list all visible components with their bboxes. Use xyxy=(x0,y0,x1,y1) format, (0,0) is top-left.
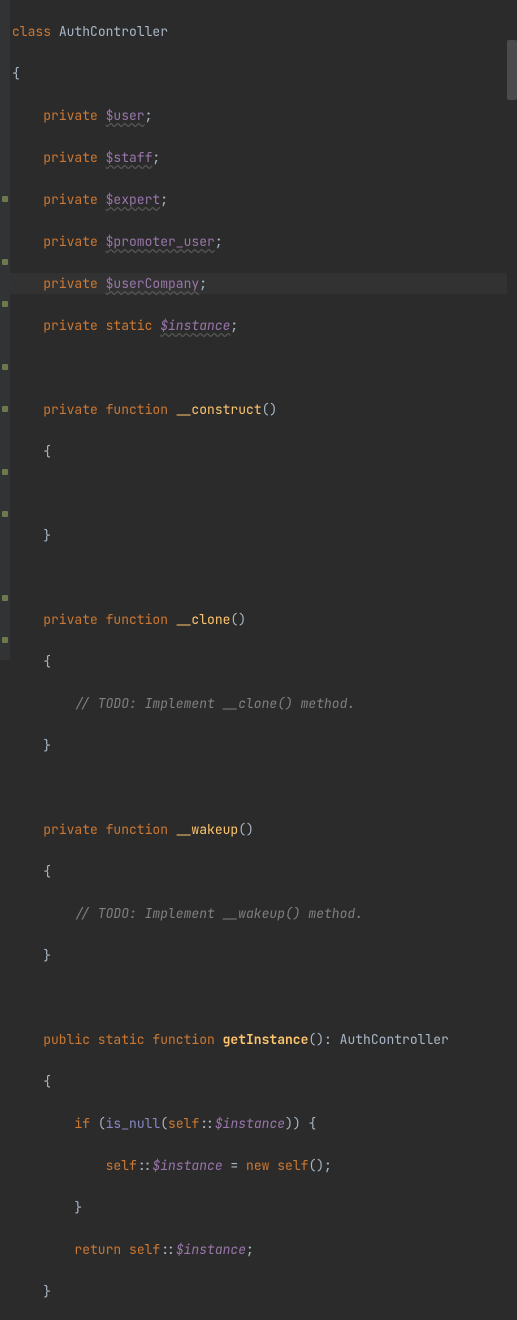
semicolon: ; xyxy=(160,191,168,208)
property-user-company: $userCompany xyxy=(106,275,200,292)
fn-construct: __construct xyxy=(176,401,262,418)
modifier: private function xyxy=(12,611,176,628)
modifier: public static function xyxy=(12,1031,223,1048)
fn-wakeup: __wakeup xyxy=(176,821,238,838)
instance-ref: $instance xyxy=(215,1115,285,1132)
todo-comment: // TODO: Implement __wakeup() method. xyxy=(12,905,363,922)
scrollbar-thumb[interactable] xyxy=(507,40,517,100)
paren: ( xyxy=(160,1115,168,1132)
keyword-class: class xyxy=(12,23,59,40)
brace-close: } xyxy=(12,527,51,544)
brace-close: } xyxy=(12,1283,51,1300)
brace-open: { xyxy=(12,1073,51,1090)
scope: :: xyxy=(160,1241,176,1258)
modifier: private function xyxy=(12,401,176,418)
semicolon: ; xyxy=(230,317,238,334)
brace-open: { xyxy=(12,653,51,670)
brace-close: } xyxy=(12,1199,82,1216)
brace-close: } xyxy=(12,947,51,964)
instance-ref: $instance xyxy=(176,1241,246,1258)
paren-brace: )) { xyxy=(285,1115,316,1132)
parens: () xyxy=(262,401,278,418)
parens-semi: (); xyxy=(308,1157,331,1174)
property-user: $user xyxy=(106,107,145,124)
property-expert: $expert xyxy=(106,191,161,208)
fn-is-null: is_null xyxy=(106,1115,161,1132)
brace-open: { xyxy=(12,863,51,880)
gutter-mark xyxy=(2,301,8,307)
gutter-mark xyxy=(2,364,8,370)
semicolon: ; xyxy=(152,149,160,166)
gutter-mark xyxy=(2,259,8,265)
modifier: private xyxy=(12,233,106,250)
parens: () xyxy=(308,1031,324,1048)
keyword-return: return xyxy=(12,1241,129,1258)
vertical-scrollbar[interactable] xyxy=(507,0,517,660)
property-instance: $instance xyxy=(160,317,230,334)
property-staff: $staff xyxy=(106,149,153,166)
editor-gutter xyxy=(0,0,10,660)
gutter-mark xyxy=(2,469,8,475)
paren: ( xyxy=(98,1115,106,1132)
return-type: AuthController xyxy=(340,1031,449,1048)
parens: () xyxy=(238,821,254,838)
keyword-self: self xyxy=(168,1115,199,1132)
class-name: AuthController xyxy=(59,23,168,40)
assign: = xyxy=(223,1157,246,1174)
gutter-mark xyxy=(2,406,8,412)
instance-ref: $instance xyxy=(152,1157,222,1174)
keyword-self: self xyxy=(277,1157,308,1174)
brace-open: { xyxy=(12,65,20,82)
code-editor[interactable]: class AuthController { private $user; pr… xyxy=(10,0,507,1320)
modifier: private xyxy=(12,107,106,124)
keyword-self: self xyxy=(129,1241,160,1258)
gutter-mark xyxy=(2,637,8,643)
gutter-mark xyxy=(2,595,8,601)
modifier: private xyxy=(12,149,106,166)
modifier: private function xyxy=(12,821,176,838)
parens: () xyxy=(230,611,246,628)
gutter-mark xyxy=(2,196,8,202)
modifier: private xyxy=(12,191,106,208)
semicolon: ; xyxy=(199,275,207,292)
keyword-new: new xyxy=(246,1157,277,1174)
scope: :: xyxy=(199,1115,215,1132)
fn-clone: __clone xyxy=(176,611,231,628)
colon: : xyxy=(324,1031,340,1048)
brace-open: { xyxy=(12,443,51,460)
fn-get-instance: getInstance xyxy=(223,1031,309,1048)
semicolon: ; xyxy=(145,107,153,124)
semicolon: ; xyxy=(246,1241,254,1258)
brace-close: } xyxy=(12,737,51,754)
todo-comment: // TODO: Implement __clone() method. xyxy=(12,695,355,712)
indent xyxy=(12,1157,106,1174)
keyword-if: if xyxy=(12,1115,98,1132)
property-promoter-user: $promoter_user xyxy=(106,233,215,250)
scope: :: xyxy=(137,1157,153,1174)
gutter-mark xyxy=(2,511,8,517)
modifier: private static xyxy=(12,317,160,334)
keyword-self: self xyxy=(106,1157,137,1174)
semicolon: ; xyxy=(215,233,223,250)
modifier: private xyxy=(12,275,106,292)
